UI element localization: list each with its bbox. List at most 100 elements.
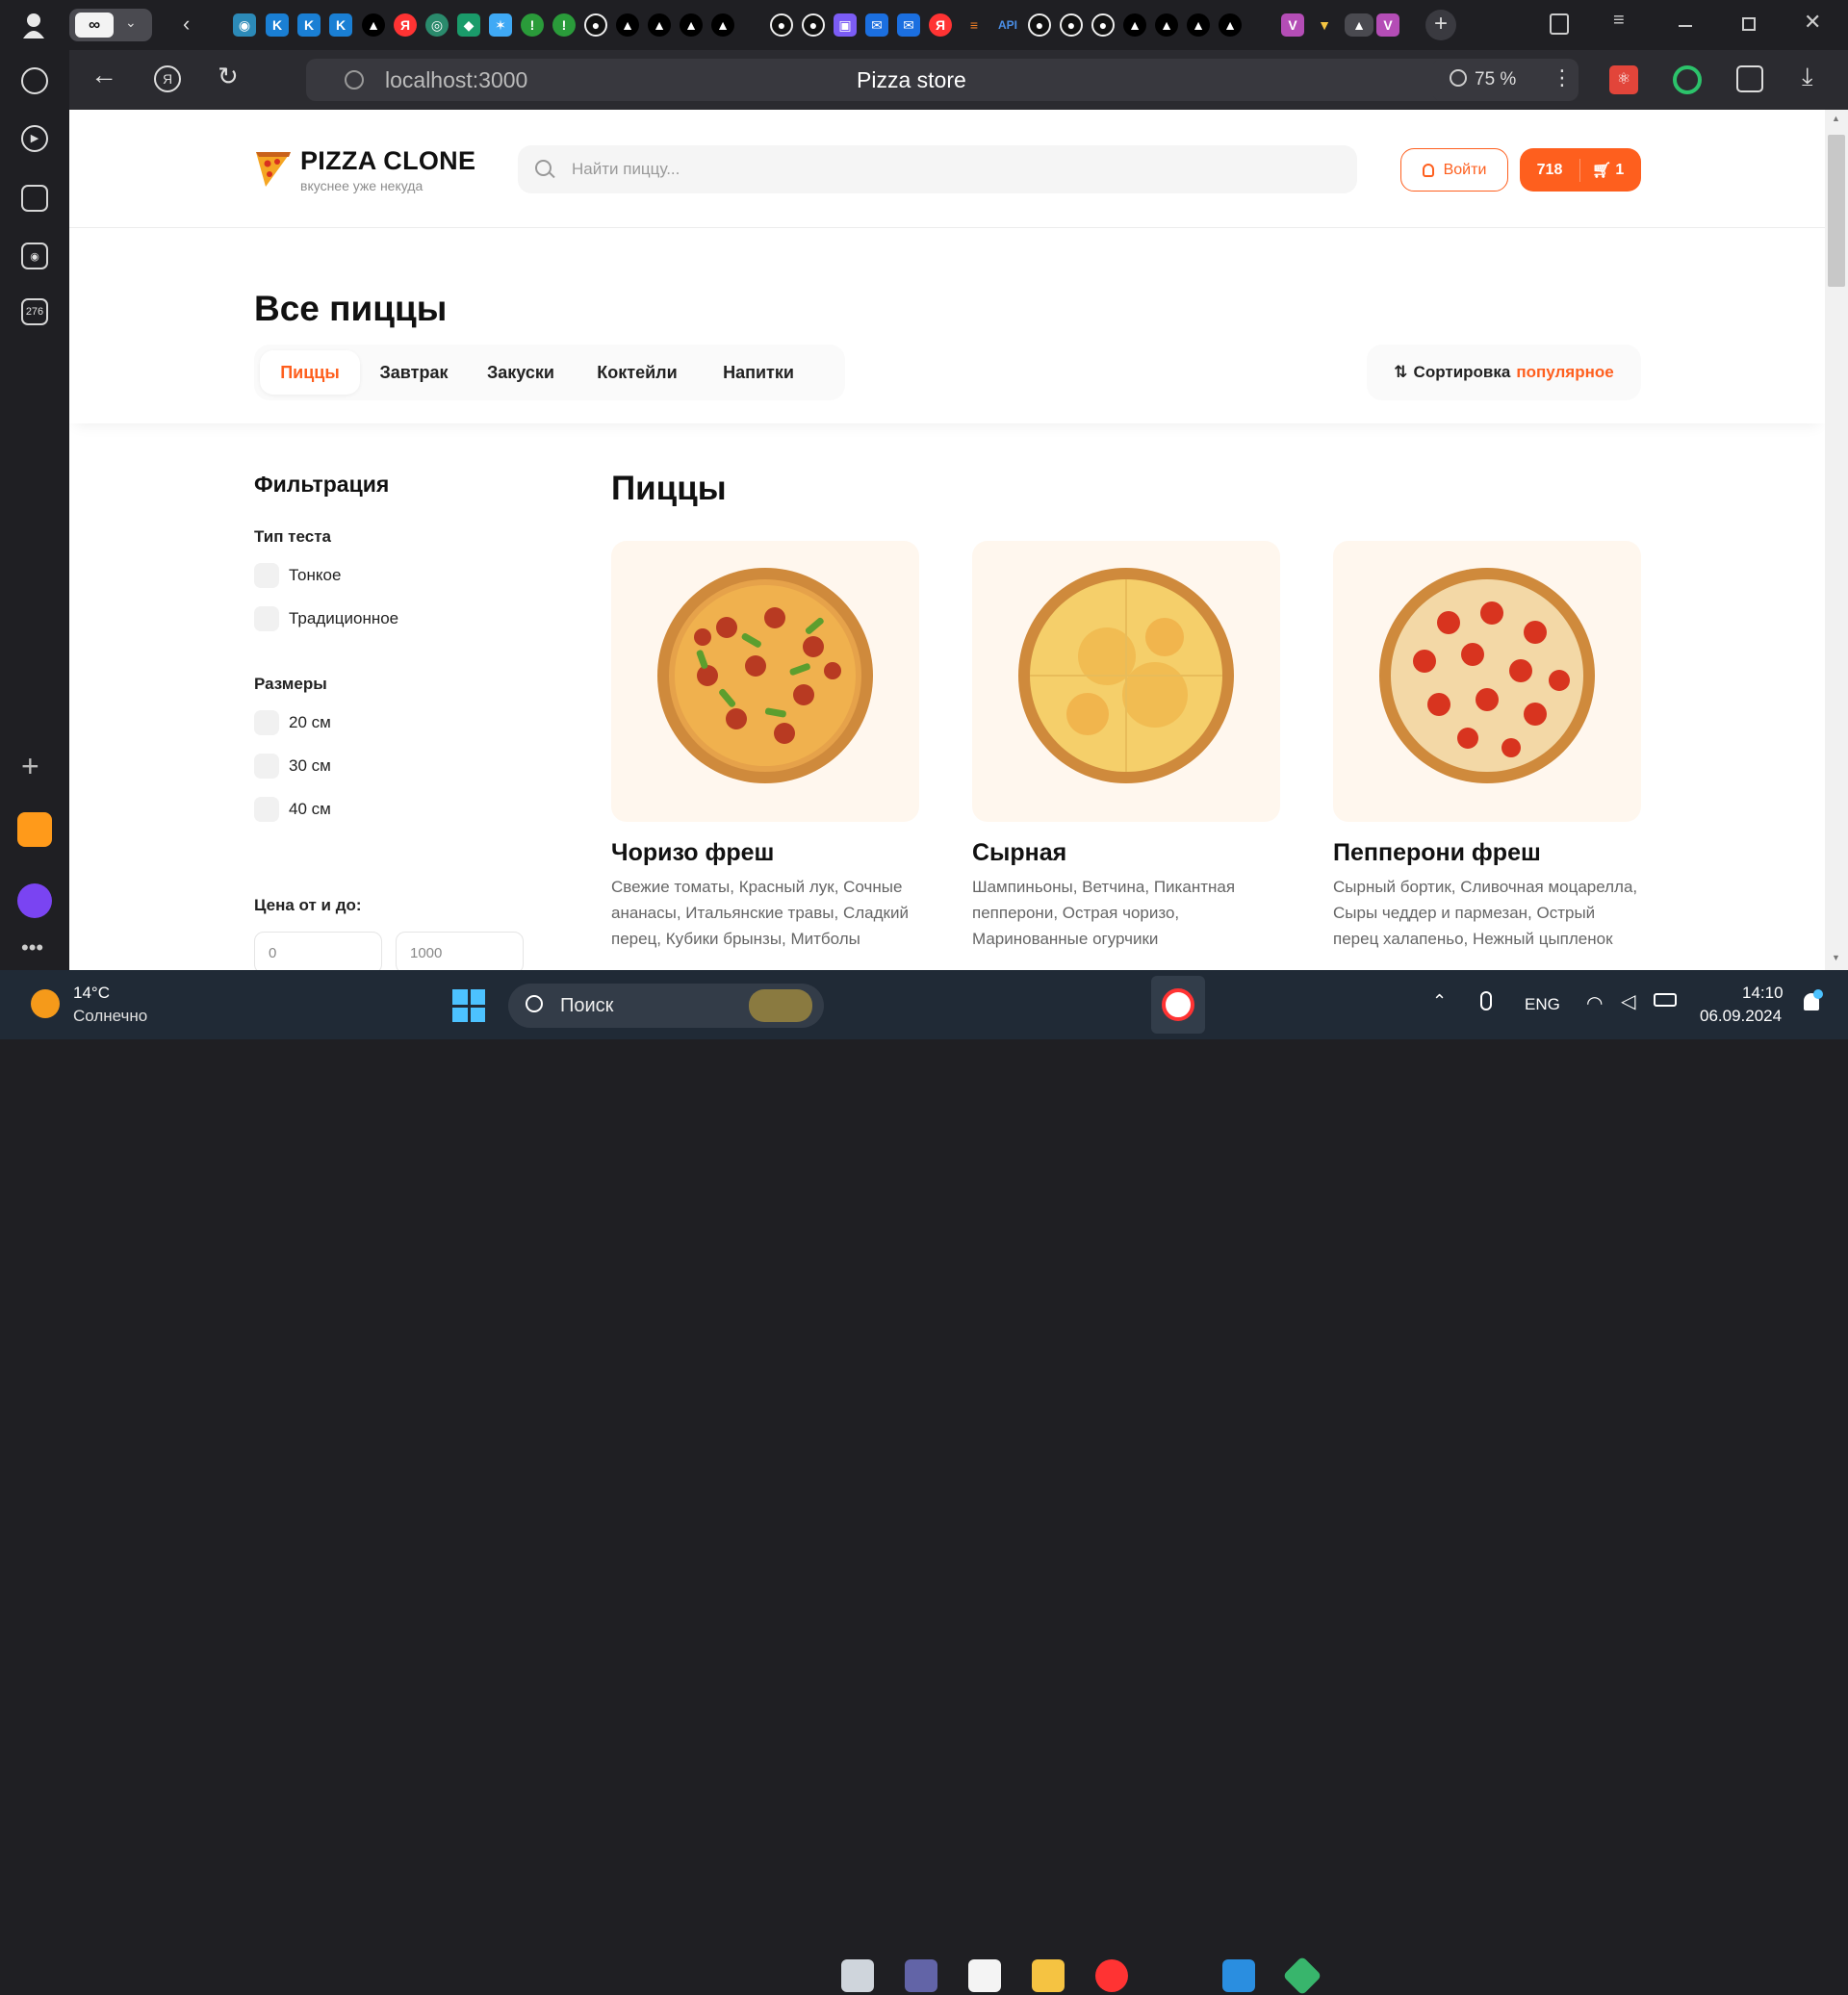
tab-favicon-2[interactable]: ◎: [425, 13, 449, 37]
tab-favicon-github-6[interactable]: ●: [1091, 13, 1115, 37]
tab-favicon-github-4[interactable]: ●: [1028, 13, 1051, 37]
product-name[interactable]: Сырная: [972, 839, 1066, 867]
counter-badge[interactable]: 276: [21, 298, 48, 325]
scroll-up-icon[interactable]: ▲: [1832, 114, 1840, 123]
tab-favicon-vercel-5[interactable]: ▲: [711, 13, 734, 37]
mail-app-icon[interactable]: [17, 812, 52, 847]
login-button[interactable]: Войти: [1400, 148, 1508, 192]
product-image-cheese[interactable]: [972, 541, 1280, 822]
reload-icon[interactable]: ↻: [218, 62, 239, 91]
taskbar-search[interactable]: Поиск: [508, 984, 824, 1028]
tab-favicon-github-1[interactable]: ●: [584, 13, 607, 37]
tab-favicon-mail-1[interactable]: ✉: [865, 13, 888, 37]
category-tab-snacks[interactable]: Закуски: [468, 350, 574, 395]
tab-favicon-github-5[interactable]: ●: [1060, 13, 1083, 37]
sort-button[interactable]: ⇅ Сортировка популярное: [1367, 345, 1641, 400]
tab-favicon-vercel-1[interactable]: ▲: [362, 13, 385, 37]
tab-favicon-k3[interactable]: K: [329, 13, 352, 37]
product-image-chorizo[interactable]: [611, 541, 919, 822]
tab-favicon-3[interactable]: ◆: [457, 13, 480, 37]
alice-icon[interactable]: [17, 883, 52, 918]
tab-favicon-5[interactable]: !: [521, 13, 544, 37]
history-icon[interactable]: [21, 67, 48, 94]
product-name[interactable]: Чоризо фреш: [611, 839, 774, 867]
tabs-back-icon[interactable]: ‹: [183, 12, 190, 37]
tab-favicon-github-3[interactable]: ●: [802, 13, 825, 37]
file-explorer-icon[interactable]: [1032, 1959, 1065, 1992]
new-tab-icon[interactable]: +: [1425, 10, 1456, 40]
checkbox-label[interactable]: Тонкое: [289, 566, 341, 585]
tab-favicon-vercel-2[interactable]: ▲: [616, 13, 639, 37]
start-button[interactable]: [452, 989, 485, 1022]
checkbox-label[interactable]: 20 см: [289, 713, 331, 732]
tab-favicon-k2[interactable]: K: [297, 13, 321, 37]
tab-favicon-stackoverflow[interactable]: ≡: [962, 13, 986, 37]
weather-sun-icon[interactable]: [31, 989, 60, 1018]
screenshot-icon[interactable]: ◉: [21, 243, 48, 269]
price-to-input[interactable]: 1000: [396, 932, 524, 970]
product-image-pepperoni[interactable]: [1333, 541, 1641, 822]
checkbox-size-40[interactable]: [254, 797, 279, 822]
checkbox-size-30[interactable]: [254, 754, 279, 779]
yandex-browser-active-icon[interactable]: [1151, 976, 1205, 1034]
kebab-icon[interactable]: ⋮: [1552, 65, 1573, 90]
scrollbar-thumb[interactable]: [1828, 135, 1845, 287]
url-text[interactable]: localhost:3000: [385, 67, 527, 93]
tab-favicon-6[interactable]: !: [552, 13, 576, 37]
category-tab-drinks[interactable]: Напитки: [701, 350, 816, 395]
checkbox-traditional[interactable]: [254, 606, 279, 631]
battery-icon[interactable]: [1654, 993, 1677, 1007]
back-icon[interactable]: ←: [90, 60, 117, 90]
tab-favicon-k1[interactable]: K: [266, 13, 289, 37]
checkbox-size-20[interactable]: [254, 710, 279, 735]
microphone-icon[interactable]: [1480, 991, 1492, 1010]
category-tab-cocktails[interactable]: Коктейли: [578, 350, 697, 395]
git-tool-icon[interactable]: [1282, 1956, 1322, 1995]
profile-icon[interactable]: [21, 12, 46, 38]
tab-favicon-yandex-2[interactable]: Я: [929, 13, 952, 37]
search-placeholder[interactable]: Найти пиццу...: [572, 160, 680, 179]
checkbox-thin[interactable]: [254, 563, 279, 588]
volume-icon[interactable]: ◁: [1621, 989, 1635, 1013]
weather-condition[interactable]: Солнечно: [73, 1007, 147, 1026]
pizza-logo-icon[interactable]: [254, 148, 293, 193]
collections-icon[interactable]: [1550, 13, 1569, 35]
tray-chevron-icon[interactable]: ⌃: [1432, 991, 1447, 1011]
tab-favicon-vite-1[interactable]: V: [1281, 13, 1304, 37]
close-window-icon[interactable]: ✕: [1804, 10, 1821, 35]
teams-icon[interactable]: [905, 1959, 937, 1992]
tab-favicon-4[interactable]: ✶: [489, 13, 512, 37]
add-panel-icon[interactable]: +: [21, 749, 39, 784]
tab-favicon-vercel-3[interactable]: ▲: [648, 13, 671, 37]
checkbox-label[interactable]: 40 см: [289, 800, 331, 819]
notes-icon[interactable]: [21, 185, 48, 212]
tab-favicon-vite-2[interactable]: ▼: [1313, 13, 1336, 37]
tab-favicon-vercel-9[interactable]: ▲: [1219, 13, 1242, 37]
tab-active-vercel[interactable]: ▲: [1345, 13, 1373, 37]
weather-temperature[interactable]: 14°C: [73, 984, 110, 1003]
checkbox-label[interactable]: Традиционное: [289, 609, 398, 628]
tab-favicon-mail-2[interactable]: ✉: [897, 13, 920, 37]
store-icon[interactable]: [968, 1959, 1001, 1992]
tab-favicon-vercel-8[interactable]: ▲: [1187, 13, 1210, 37]
site-info-icon[interactable]: [345, 70, 364, 90]
url-field[interactable]: localhost:3000 Pizza store: [306, 59, 1514, 101]
menu-icon[interactable]: ≡: [1613, 10, 1625, 32]
tab-favicon-github-2[interactable]: ●: [770, 13, 793, 37]
wifi-icon[interactable]: ◠: [1586, 991, 1603, 1015]
logo-title[interactable]: PIZZA CLONE: [300, 146, 475, 176]
tab-favicon-1[interactable]: ◉: [233, 13, 256, 37]
product-name[interactable]: Пепперони фреш: [1333, 839, 1541, 867]
checkbox-label[interactable]: 30 см: [289, 756, 331, 776]
category-tab-pizza[interactable]: Пиццы: [260, 350, 360, 395]
tab-favicon-7[interactable]: ▣: [834, 13, 857, 37]
extension-translate-icon[interactable]: [1736, 65, 1763, 92]
category-tab-breakfast[interactable]: Завтрак: [364, 350, 464, 395]
vscode-icon[interactable]: [1222, 1959, 1255, 1992]
tab-favicon-vercel-4[interactable]: ▲: [680, 13, 703, 37]
minimize-icon[interactable]: [1679, 25, 1692, 27]
tab-favicon-api[interactable]: API: [994, 13, 1021, 37]
yandex-app-icon[interactable]: [1095, 1959, 1128, 1992]
cart-button[interactable]: 718 🛒︎ 1: [1520, 148, 1641, 192]
zoom-control[interactable]: 75 % ⋮: [1432, 59, 1578, 101]
